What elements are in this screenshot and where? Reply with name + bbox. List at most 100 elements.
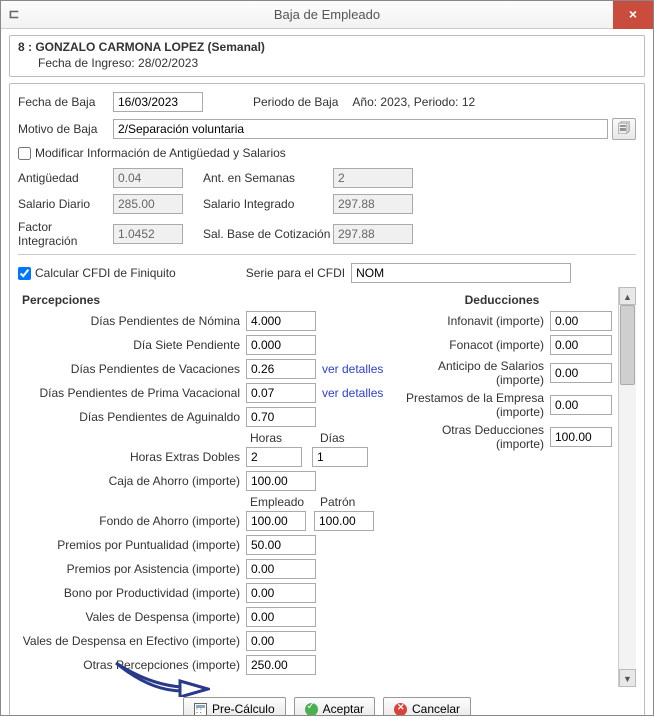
ok-icon xyxy=(305,703,318,716)
titlebar: ⊏ Baja de Empleado × xyxy=(1,1,653,29)
asistencia-input[interactable] xyxy=(246,559,316,579)
ver-detalles-prima-link[interactable]: ver detalles xyxy=(322,386,383,400)
caja-ahorro-label: Caja de Ahorro (importe) xyxy=(22,474,246,488)
vales-input[interactable] xyxy=(246,607,316,627)
puntualidad-label: Premios por Puntualidad (importe) xyxy=(22,538,246,552)
employee-header: 8 : GONZALO CARMONA LOPEZ (Semanal) Fech… xyxy=(9,35,645,77)
fonacot-input[interactable] xyxy=(550,335,612,355)
serie-label: Serie para el CFDI xyxy=(246,266,345,280)
calc-cfdi-checkbox[interactable] xyxy=(18,267,31,280)
infonavit-input[interactable] xyxy=(550,311,612,331)
dias-prima-label: Días Pendientes de Prima Vacacional xyxy=(22,386,246,400)
dias-prima-input[interactable] xyxy=(246,383,316,403)
dias-subheader: Días xyxy=(316,431,386,445)
patron-subheader: Patrón xyxy=(316,495,386,509)
modificar-label: Modificar Información de Antigüedad y Sa… xyxy=(35,146,286,160)
window-title: Baja de Empleado xyxy=(274,7,380,22)
asistencia-label: Premios por Asistencia (importe) xyxy=(22,562,246,576)
bono-input[interactable] xyxy=(246,583,316,603)
fondo-ahorro-label: Fondo de Ahorro (importe) xyxy=(22,514,246,528)
salario-int-label: Salario Integrado xyxy=(203,197,333,211)
factor-label: Factor Integración xyxy=(18,220,113,248)
puntualidad-input[interactable] xyxy=(246,535,316,555)
employee-name: 8 : GONZALO CARMONA LOPEZ (Semanal) xyxy=(18,40,636,54)
percepciones-column: Días Pendientes de Nómina Día Siete Pend… xyxy=(22,311,392,679)
fecha-baja-input[interactable] xyxy=(113,92,203,112)
anticipo-input[interactable] xyxy=(550,363,612,383)
dias-vac-input[interactable] xyxy=(246,359,316,379)
serie-input[interactable] xyxy=(351,263,571,283)
dias-nomina-input[interactable] xyxy=(246,311,316,331)
employee-ingreso: Fecha de Ingreso: 28/02/2023 xyxy=(18,56,636,70)
cancel-icon xyxy=(394,703,407,716)
scroll-thumb[interactable] xyxy=(620,305,635,385)
salario-diario-label: Salario Diario xyxy=(18,197,113,211)
otras-ded-label: Otras Deducciones (importe) xyxy=(392,423,550,451)
form-area: Fecha de Baja Periodo de Baja Año: 2023,… xyxy=(9,83,645,716)
dia-siete-input[interactable] xyxy=(246,335,316,355)
horas-extras-horas-input[interactable] xyxy=(246,447,302,467)
content-area: 8 : GONZALO CARMONA LOPEZ (Semanal) Fech… xyxy=(1,29,653,715)
vales-ef-input[interactable] xyxy=(246,631,316,651)
scroll-down-button[interactable]: ▼ xyxy=(619,669,636,687)
perc-ded-panel: Percepciones Deducciones Días Pendientes… xyxy=(18,287,618,687)
horas-subheader: Horas xyxy=(246,431,316,445)
cancelar-label: Cancelar xyxy=(412,702,460,716)
motivo-input[interactable] xyxy=(113,119,608,139)
antiguedad-input xyxy=(113,168,183,188)
otras-perc-input[interactable] xyxy=(246,655,316,675)
bono-label: Bono por Productividad (importe) xyxy=(22,586,246,600)
search-icon: 🗐 xyxy=(618,119,630,140)
motivo-lookup-button[interactable]: 🗐 xyxy=(612,118,636,140)
caja-ahorro-input[interactable] xyxy=(246,471,316,491)
modificar-checkbox[interactable] xyxy=(18,147,31,160)
ant-sem-input xyxy=(333,168,413,188)
infonavit-label: Infonavit (importe) xyxy=(392,314,550,328)
close-button[interactable]: × xyxy=(613,1,653,29)
otras-ded-input[interactable] xyxy=(550,427,612,447)
fecha-baja-label: Fecha de Baja xyxy=(18,95,113,109)
dias-agui-input[interactable] xyxy=(246,407,316,427)
factor-input xyxy=(113,224,183,244)
otras-perc-label: Otras Percepciones (importe) xyxy=(22,658,246,672)
motivo-label: Motivo de Baja xyxy=(18,122,113,136)
ver-detalles-vac-link[interactable]: ver detalles xyxy=(322,362,383,376)
precalculo-button[interactable]: Pre-Cálculo xyxy=(183,697,286,716)
deducciones-column: Infonavit (importe) Fonacot (importe) An… xyxy=(392,311,612,679)
horas-extras-label: Horas Extras Dobles xyxy=(22,450,246,464)
scroll-track[interactable] xyxy=(619,305,636,669)
calc-cfdi-label: Calcular CFDI de Finiquito xyxy=(35,266,176,280)
dias-vac-label: Días Pendientes de Vacaciones xyxy=(22,362,246,376)
cancelar-button[interactable]: Cancelar xyxy=(383,697,471,716)
salario-int-input xyxy=(333,194,413,214)
fondo-ahorro-emp-input[interactable] xyxy=(246,511,306,531)
empleado-subheader: Empleado xyxy=(246,495,316,509)
ant-sem-label: Ant. en Semanas xyxy=(203,171,333,185)
antiguedad-label: Antigüedad xyxy=(18,171,113,185)
prestamos-input[interactable] xyxy=(550,395,612,415)
sal-base-input xyxy=(333,224,413,244)
fondo-ahorro-pat-input[interactable] xyxy=(314,511,374,531)
scroll-up-button[interactable]: ▲ xyxy=(619,287,636,305)
aceptar-button[interactable]: Aceptar xyxy=(294,697,375,716)
scrollbar[interactable]: ▲ ▼ xyxy=(618,287,636,687)
vales-label: Vales de Despensa (importe) xyxy=(22,610,246,624)
fonacot-label: Fonacot (importe) xyxy=(392,338,550,352)
dias-nomina-label: Días Pendientes de Nómina xyxy=(22,314,246,328)
calculator-icon xyxy=(194,703,207,716)
salario-diario-input xyxy=(113,194,183,214)
periodo-baja-label: Periodo de Baja xyxy=(253,95,338,109)
deducciones-header: Deducciones xyxy=(392,293,612,307)
dialog-window: ⊏ Baja de Empleado × 8 : GONZALO CARMONA… xyxy=(0,0,654,716)
prestamos-label: Prestamos de la Empresa (importe) xyxy=(392,391,550,419)
app-icon: ⊏ xyxy=(7,7,21,21)
horas-extras-dias-input[interactable] xyxy=(312,447,368,467)
vales-ef-label: Vales de Despensa en Efectivo (importe) xyxy=(22,634,246,648)
precalculo-label: Pre-Cálculo xyxy=(212,702,275,716)
dia-siete-label: Día Siete Pendiente xyxy=(22,338,246,352)
sal-base-label: Sal. Base de Cotización xyxy=(203,227,333,241)
aceptar-label: Aceptar xyxy=(323,702,364,716)
periodo-baja-value: Año: 2023, Periodo: 12 xyxy=(352,95,475,109)
dias-agui-label: Días Pendientes de Aguinaldo xyxy=(22,410,246,424)
percepciones-header: Percepciones xyxy=(22,293,392,307)
